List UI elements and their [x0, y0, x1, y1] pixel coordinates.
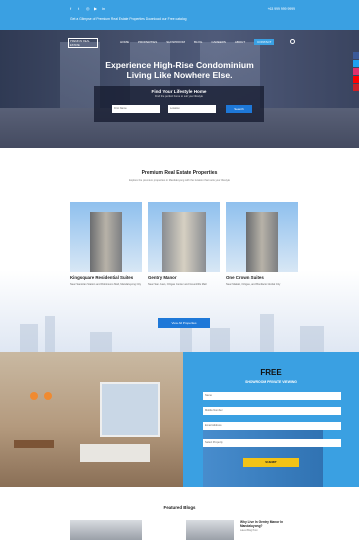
first-name-field[interactable]: First Name — [112, 105, 160, 113]
social-links: f t ◎ ▶ in — [70, 7, 106, 11]
pendant-lamp — [44, 392, 52, 400]
blog-image[interactable] — [70, 520, 142, 540]
property-card[interactable]: Kingsquare Residential Suites Near Santo… — [70, 202, 142, 286]
nav-item-contact[interactable]: CONTACT — [254, 39, 275, 45]
properties-heading: Premium Real Estate Properties — [141, 170, 218, 176]
property-description: Near Santolan Station and Robinsons Mall… — [70, 283, 142, 286]
blogs-section: Featured Blogs Why Live In Gentry Manor … — [0, 487, 359, 540]
free-subtitle: SHOWROOM PRIVATE VIEWING — [245, 380, 297, 384]
view-all-properties-button[interactable]: View All Properties — [158, 318, 210, 328]
nav-item-about[interactable]: ABOUT — [235, 40, 245, 45]
search-button[interactable]: Search — [226, 105, 252, 113]
property-card[interactable]: Gentry Manor Near San Juan, Ortigas Cent… — [148, 202, 220, 286]
hero-section: PREMIUM REAL ESTATE HOME PROPERTIES SHOW… — [0, 30, 359, 148]
viewing-form-panel: FREE SHOWROOM PRIVATE VIEWING Name Mobil… — [183, 352, 359, 487]
name-field[interactable]: Name — [203, 392, 341, 400]
submit-button[interactable]: SUBMIT — [243, 458, 299, 467]
building-illustration — [246, 212, 278, 272]
facebook-icon[interactable]: f — [70, 7, 74, 11]
pendant-lamp — [30, 392, 38, 400]
nav-item-home[interactable]: HOME — [120, 40, 129, 45]
instagram-icon[interactable] — [353, 68, 359, 75]
hero-headline-line2: Living Like Nowhere Else. — [126, 70, 233, 80]
location-field[interactable]: Location — [168, 105, 216, 113]
room-window — [100, 382, 160, 437]
nav-menu: HOME PROPERTIES SHOWROOM BLOG CAREERS AB… — [120, 39, 275, 45]
blog-post-title[interactable]: Why Live In Gentry Manor In Mandaluyong? — [240, 520, 300, 528]
pinterest-icon[interactable] — [353, 84, 359, 91]
dining-table — [14, 440, 54, 448]
instagram-icon[interactable]: ◎ — [86, 7, 90, 11]
lifestyle-search-form: Find Your Lifestyle Home Find the perfec… — [94, 86, 264, 122]
topbar-message[interactable]: Get a Glimpse of Premium Real Estate Pro… — [70, 17, 186, 21]
floating-social-bar — [353, 52, 359, 92]
linkedin-icon[interactable]: in — [102, 7, 106, 11]
property-name[interactable]: One Crown Suites — [226, 275, 298, 280]
search-icon[interactable] — [290, 39, 295, 44]
building-illustration — [90, 212, 122, 272]
property-select[interactable]: Select Property — [203, 439, 341, 447]
email-field[interactable]: Email Address — [203, 422, 341, 430]
blog-post-meta: Latest Blog Post — [240, 529, 258, 532]
form-subtitle: Find the perfect home to suit your lifes… — [154, 95, 203, 98]
facebook-icon[interactable] — [353, 52, 359, 59]
blog-image[interactable] — [186, 520, 234, 540]
nav-item-careers[interactable]: CAREERS — [211, 40, 226, 45]
main-nav: PREMIUM REAL ESTATE HOME PROPERTIES SHOW… — [0, 36, 359, 50]
nav-item-properties[interactable]: PROPERTIES — [138, 40, 157, 45]
twitter-icon[interactable] — [353, 60, 359, 67]
youtube-icon[interactable] — [353, 76, 359, 83]
property-description: Near San Juan, Ortigas Center and Greenh… — [148, 283, 207, 286]
nav-item-blog[interactable]: BLOG — [194, 40, 202, 45]
building-illustration — [162, 212, 206, 272]
property-description: Near Makati, Ortigas, and Bonifacio Glob… — [226, 283, 281, 286]
free-title: FREE — [260, 368, 282, 377]
property-name[interactable]: Gentry Manor — [148, 275, 220, 280]
showroom-photo — [0, 352, 183, 487]
youtube-icon[interactable]: ▶ — [94, 7, 98, 11]
topbar-contacts[interactable]: +63 999 999 9999 — [268, 7, 295, 11]
site-logo[interactable]: PREMIUM REAL ESTATE — [68, 38, 98, 48]
topbar: f t ◎ ▶ in Get a Glimpse of Premium Real… — [0, 0, 359, 30]
nav-item-showroom[interactable]: SHOWROOM — [166, 40, 185, 45]
mobile-field[interactable]: Mobile Number — [203, 407, 341, 415]
hero-headline-line1: Experience High-Rise Condominium — [105, 60, 254, 70]
form-title: Find Your Lifestyle Home — [151, 89, 207, 94]
properties-section: Premium Real Estate Properties Explore t… — [0, 148, 359, 352]
property-name[interactable]: Kingsquare Residential Suites — [70, 275, 142, 280]
property-card[interactable]: One Crown Suites Near Makati, Ortigas, a… — [226, 202, 298, 286]
showroom-section: FREE SHOWROOM PRIVATE VIEWING Name Mobil… — [0, 352, 359, 487]
twitter-icon[interactable]: t — [78, 7, 82, 11]
properties-subheading: Explore the premium properties in Mandal… — [129, 179, 230, 182]
hero-headline: Experience High-Rise Condominium Living … — [0, 60, 359, 80]
room-sofa — [80, 444, 150, 462]
blogs-heading: Featured Blogs — [163, 505, 196, 510]
